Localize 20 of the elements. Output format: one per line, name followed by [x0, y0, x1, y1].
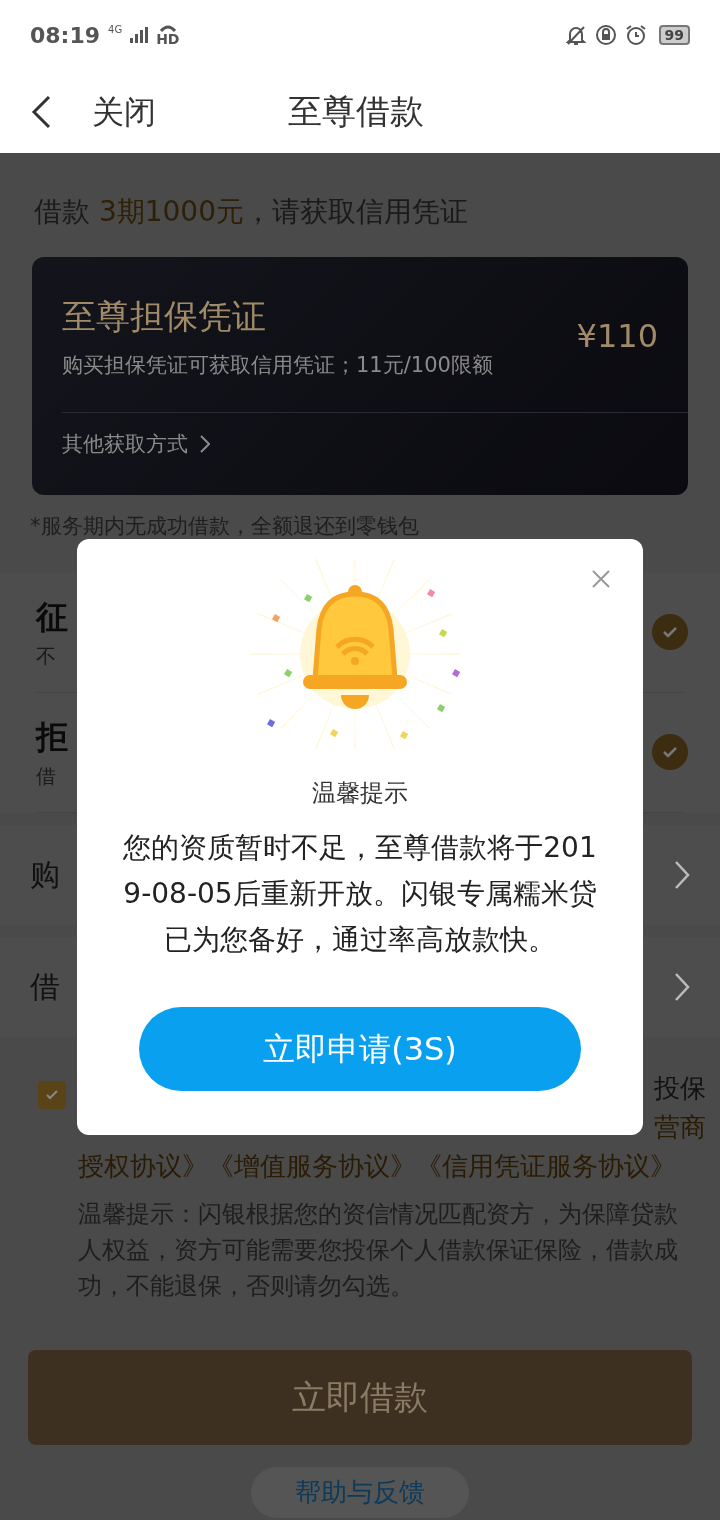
dialog-message: 您的资质暂时不足，至尊借款将于2019-08-05后重新开放。闪银专属糯米贷已为您备好，通过率高放款快。 [122, 830, 598, 958]
agreement-link[interactable]: 授权协议》《增值服务协议》《信用凭证服务协议》 [78, 1146, 682, 1186]
help-link[interactable]: 帮助与反馈 [251, 1466, 469, 1518]
agreement-text: 投保 [654, 1071, 706, 1105]
apply-button[interactable]: 立即申请(3S) [139, 1007, 581, 1091]
voucher-description: 购买担保凭证可获取信用凭证；11元/100限额 [62, 352, 493, 379]
borrow-button[interactable]: 立即借款 [28, 1349, 692, 1445]
page-title: 至尊借款 [288, 90, 424, 133]
other-methods-link[interactable]: 其他获取方式 [32, 428, 240, 460]
voucher-price: ¥110 [576, 316, 658, 358]
item-title: 拒 [36, 717, 68, 758]
hd-label: HD [156, 31, 180, 46]
item-title: 征 [36, 597, 68, 638]
network-label: 4G [108, 22, 123, 37]
back-button[interactable]: 关闭 [30, 87, 156, 136]
status-time: 08:19 [30, 21, 101, 50]
battery-indicator: 99 [658, 25, 690, 45]
voucher-title: 至尊担保凭证 [62, 295, 267, 338]
agreement-link[interactable]: 营商 [654, 1107, 706, 1147]
dialog-title: 温馨提示 [312, 778, 408, 809]
